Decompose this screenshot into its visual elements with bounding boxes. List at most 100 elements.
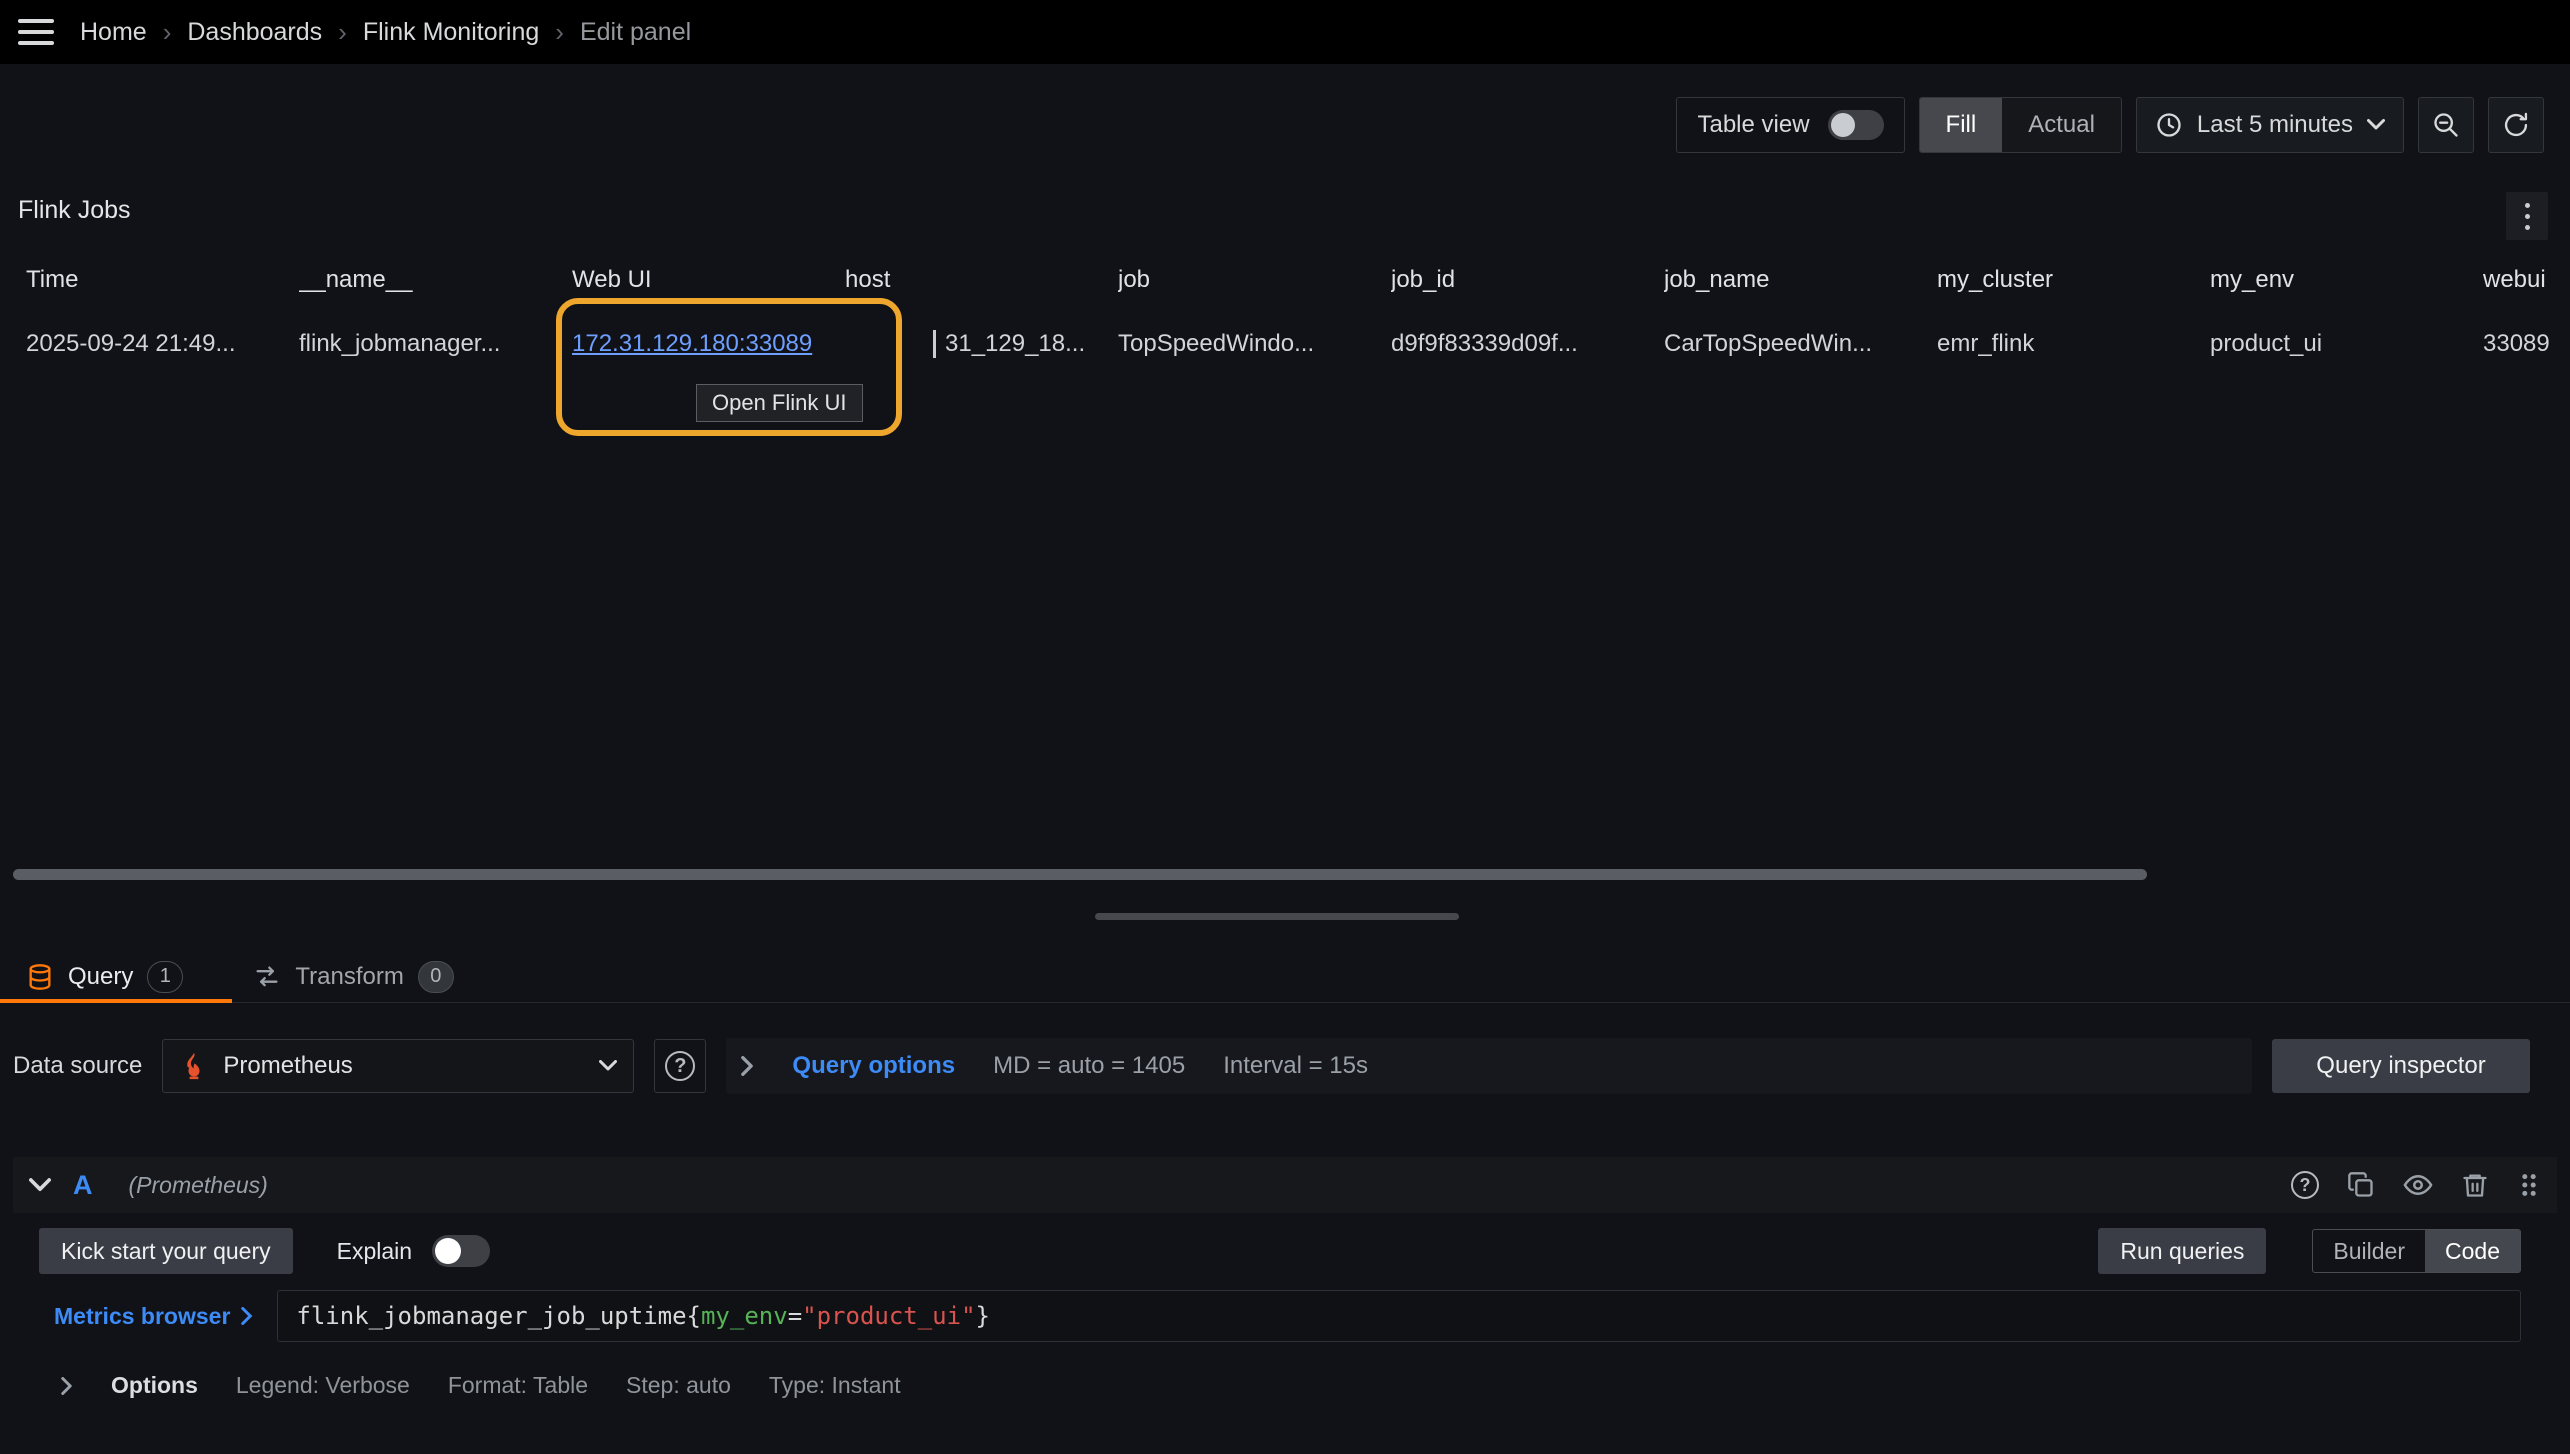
clock-icon — [2155, 111, 2183, 139]
table-view-control: Table view — [1676, 97, 1904, 153]
max-data-points-value: MD = auto = 1405 — [993, 1052, 1185, 1080]
eye-icon — [2403, 1170, 2433, 1200]
breadcrumb-current: Edit panel — [580, 18, 691, 47]
delete-query-button[interactable] — [2461, 1171, 2489, 1199]
cell-job-id: d9f9f83339d09f... — [1391, 330, 1664, 358]
actual-button[interactable]: Actual — [2002, 98, 2121, 152]
tab-query-label: Query — [68, 963, 133, 991]
column-header-job-name[interactable]: job_name — [1664, 266, 1937, 294]
metrics-browser-button[interactable]: Metrics browser — [54, 1303, 253, 1330]
chevron-right-icon — [740, 1056, 754, 1076]
column-header-time[interactable]: Time — [26, 266, 299, 294]
options-label[interactable]: Options — [111, 1372, 198, 1399]
transform-count-badge: 0 — [418, 961, 454, 993]
column-header-web-ui[interactable]: Web UI — [572, 266, 845, 294]
expr-value: "product_ui" — [802, 1302, 975, 1330]
flink-ui-link[interactable]: 172.31.129.180:33089 — [572, 330, 812, 358]
time-range-label: Last 5 minutes — [2197, 111, 2353, 139]
expr-label: my_env — [701, 1302, 788, 1330]
fill-actual-group: Fill Actual — [1919, 97, 2122, 153]
builder-mode-button[interactable]: Builder — [2313, 1230, 2425, 1272]
datasource-help-button[interactable]: ? — [654, 1039, 706, 1093]
breadcrumb-home[interactable]: Home — [80, 18, 147, 47]
fill-button[interactable]: Fill — [1920, 98, 2003, 152]
chevron-right-icon — [240, 1307, 253, 1325]
cell-name: flink_jobmanager... — [299, 330, 572, 358]
options-legend: Legend: Verbose — [236, 1372, 410, 1399]
column-header-webui[interactable]: webui — [2483, 266, 2570, 294]
column-header-job[interactable]: job — [1118, 266, 1391, 294]
options-step: Step: auto — [626, 1372, 731, 1399]
menu-icon[interactable] — [18, 19, 54, 45]
panel-menu-button[interactable] — [2506, 192, 2548, 240]
expr-prefix: flink_jobmanager_job_uptime{ — [296, 1302, 701, 1330]
column-header-my-env[interactable]: my_env — [2210, 266, 2483, 294]
query-datasource-hint: (Prometheus) — [129, 1172, 268, 1199]
panel-view-toolbar: Table view Fill Actual Last 5 minutes — [1676, 97, 2544, 153]
promql-editor[interactable]: flink_jobmanager_job_uptime{my_env="prod… — [277, 1290, 2521, 1342]
chevron-right-icon[interactable] — [60, 1377, 73, 1395]
query-inspector-button[interactable]: Query inspector — [2272, 1039, 2530, 1093]
grafana-edit-panel: Home › Dashboards › Flink Monitoring › E… — [0, 0, 2570, 1454]
expr-operator: = — [788, 1302, 802, 1330]
query-ref-label[interactable]: A — [73, 1170, 93, 1201]
table-header: Time __name__ Web UI host job job_id job… — [26, 266, 2570, 294]
table-view-label: Table view — [1697, 111, 1809, 139]
toggle-visibility-button[interactable] — [2403, 1170, 2433, 1200]
cell-job-name: CarTopSpeedWin... — [1664, 330, 1937, 358]
horizontal-scrollbar[interactable] — [13, 869, 2147, 880]
cell-time: 2025-09-24 21:49... — [26, 330, 299, 358]
time-range-picker[interactable]: Last 5 minutes — [2136, 97, 2404, 153]
column-header-host[interactable]: host — [845, 266, 1118, 294]
column-header-my-cluster[interactable]: my_cluster — [1937, 266, 2210, 294]
query-actions-row: Kick start your query Explain Run querie… — [39, 1228, 2521, 1274]
trash-icon — [2461, 1171, 2489, 1199]
drag-query-handle[interactable] — [2517, 1171, 2541, 1199]
collapse-chevron-icon[interactable] — [29, 1178, 51, 1193]
cell-my-cluster: emr_flink — [1937, 330, 2210, 358]
query-help-button[interactable]: ? — [2291, 1171, 2319, 1199]
editor-tabbar: Query 1 Transform 0 — [0, 951, 2570, 1003]
column-header-job-id[interactable]: job_id — [1391, 266, 1664, 294]
code-mode-button[interactable]: Code — [2425, 1230, 2520, 1272]
explain-toggle[interactable] — [432, 1235, 490, 1267]
breadcrumb-separator-icon: › — [555, 17, 564, 48]
datasource-row: Data source Prometheus ? Query options M… — [13, 1038, 2530, 1094]
query-options-header[interactable]: Query options MD = auto = 1405 Interval … — [726, 1038, 2252, 1094]
question-icon: ? — [2291, 1171, 2319, 1199]
cell-my-env: product_ui — [2210, 330, 2483, 358]
pane-splitter-handle[interactable] — [1095, 913, 1459, 920]
options-type: Type: Instant — [769, 1372, 901, 1399]
tab-query[interactable]: Query 1 — [26, 961, 183, 993]
transform-icon — [253, 963, 281, 991]
cell-host: 31_129_18... — [845, 330, 1118, 358]
grip-icon — [2517, 1171, 2541, 1199]
chevron-down-icon — [2367, 119, 2385, 131]
chevron-down-icon — [599, 1060, 617, 1072]
tab-transform[interactable]: Transform 0 — [253, 961, 453, 993]
active-tab-indicator — [0, 999, 232, 1003]
metrics-browser-label: Metrics browser — [54, 1303, 230, 1330]
table-view-toggle[interactable] — [1828, 110, 1884, 140]
query-row-actions: ? — [2291, 1170, 2541, 1200]
breadcrumb-dashboard-name[interactable]: Flink Monitoring — [363, 18, 539, 47]
refresh-button[interactable] — [2488, 97, 2544, 153]
column-header-name[interactable]: __name__ — [299, 266, 572, 294]
run-queries-button[interactable]: Run queries — [2098, 1228, 2266, 1274]
options-format: Format: Table — [448, 1372, 588, 1399]
duplicate-query-button[interactable] — [2347, 1171, 2375, 1199]
time-zoom-out-button[interactable] — [2418, 97, 2474, 153]
query-count-badge: 1 — [147, 961, 183, 993]
options-row: Options Legend: Verbose Format: Table St… — [60, 1372, 901, 1399]
link-tooltip: Open Flink UI — [696, 384, 863, 422]
tab-transform-label: Transform — [295, 963, 403, 991]
table-row: 2025-09-24 21:49... flink_jobmanager... … — [26, 318, 2570, 370]
kick-start-button[interactable]: Kick start your query — [39, 1228, 293, 1274]
expression-row: Metrics browser flink_jobmanager_job_upt… — [54, 1290, 2521, 1342]
breadcrumb-dashboards[interactable]: Dashboards — [187, 18, 322, 47]
query-row-header: A (Prometheus) ? — [13, 1157, 2557, 1213]
datasource-picker[interactable]: Prometheus — [162, 1039, 634, 1093]
cell-web-ui: 172.31.129.180:33089 — [572, 329, 845, 359]
datasource-label: Data source — [13, 1052, 142, 1080]
cell-job: TopSpeedWindo... — [1118, 330, 1391, 358]
